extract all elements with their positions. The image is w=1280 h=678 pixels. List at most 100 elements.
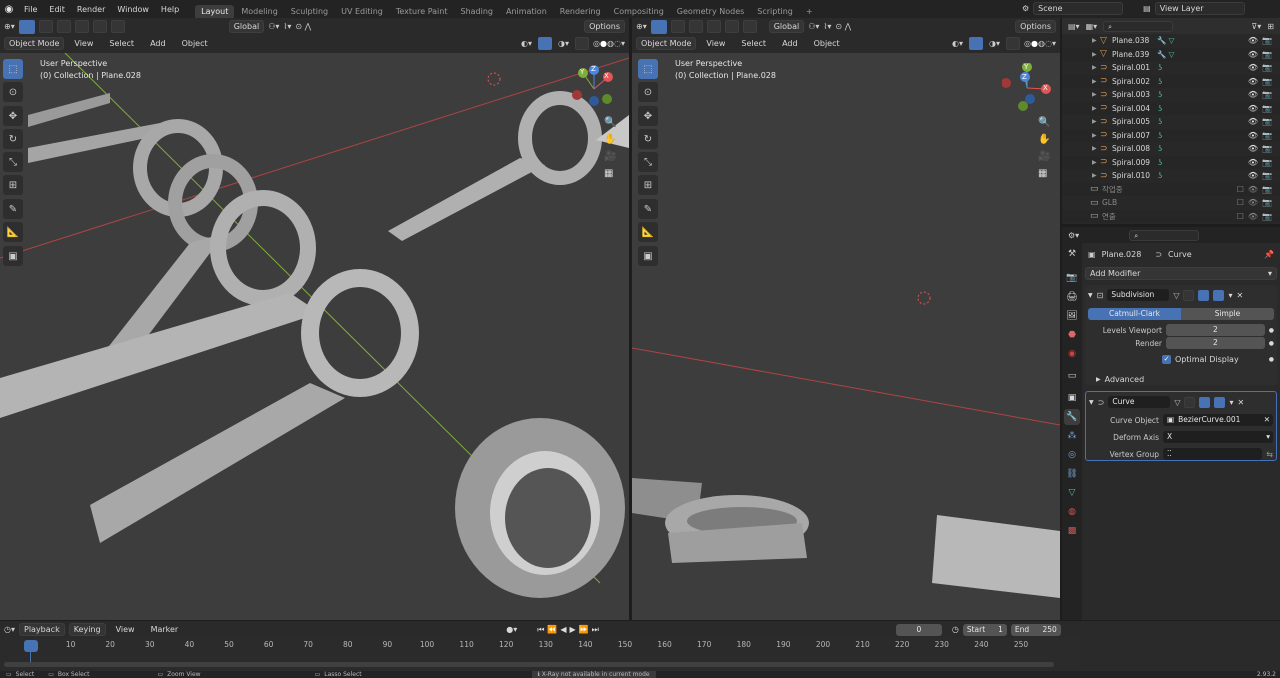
list-item[interactable]: ▶ ⊃ Spiral.004 ʖ 👁📷 <box>1062 101 1280 115</box>
object-mode-dropdown[interactable]: Object Mode <box>636 37 697 50</box>
visibility-icon[interactable]: ◐▾ <box>521 39 532 48</box>
new-collection-icon[interactable]: ⊞ <box>1267 22 1274 31</box>
visibility-camera-icon[interactable]: ☐👁📷 <box>1237 198 1276 207</box>
shading-wireframe-icon[interactable]: ◎ <box>593 39 600 48</box>
scale-tool-icon[interactable]: ⤡ <box>3 152 23 172</box>
menu-object[interactable]: Object <box>176 39 214 48</box>
scene-tab-icon[interactable]: ⬣ <box>1064 327 1080 343</box>
visibility-camera-icon[interactable]: 👁📷 <box>1248 36 1276 45</box>
list-item[interactable]: ▶ ⊃ Spiral.001 ʖ 👁📷 <box>1062 61 1280 75</box>
annotate-tool-icon[interactable]: ✎ <box>3 199 23 219</box>
visibility-camera-icon[interactable]: 👁📷 <box>1248 117 1276 126</box>
transform-orientation-dropdown[interactable]: Global <box>228 20 265 33</box>
deform-axis-dropdown[interactable]: X ▾ <box>1163 431 1273 443</box>
tab-sculpting[interactable]: Sculpting <box>285 5 334 18</box>
proportional-edit-icon[interactable]: ⊙ ⋀ <box>835 22 851 31</box>
physics-tab-icon[interactable]: ◎ <box>1064 447 1080 463</box>
list-item[interactable]: ▶ ⊃ Spiral.007 ʖ 👁📷 <box>1062 128 1280 142</box>
catmull-clark-button[interactable]: Catmull-Clark <box>1088 308 1181 320</box>
expand-triangle-icon[interactable]: ▶ <box>1092 132 1100 139</box>
snap-icon[interactable]: ⌇▾ <box>283 22 291 31</box>
tab-rendering[interactable]: Rendering <box>554 5 607 18</box>
visibility-camera-icon[interactable]: 👁📷 <box>1248 144 1276 153</box>
select-mode-intersect-icon[interactable] <box>742 20 757 33</box>
select-mode-extend-icon[interactable] <box>56 20 71 33</box>
modifier-name-field[interactable]: Subdivision <box>1107 289 1170 301</box>
tool-tab-icon[interactable]: ⚒ <box>1064 246 1080 262</box>
proportional-edit-icon[interactable]: ⊙ ⋀ <box>295 22 311 31</box>
playhead[interactable] <box>24 640 38 652</box>
camera-icon[interactable]: 🎥 <box>1038 151 1056 162</box>
current-frame-field[interactable]: 0 <box>895 623 942 636</box>
shading-wireframe-icon[interactable]: ◎ <box>1024 39 1031 48</box>
transform-orientation-dropdown[interactable]: Global <box>768 20 805 33</box>
outliner-search-input[interactable]: ⌕ <box>1103 20 1174 32</box>
visibility-camera-icon[interactable]: 👁📷 <box>1248 104 1276 113</box>
select-box-tool-icon[interactable]: ⬚ <box>638 59 658 79</box>
tab-shading[interactable]: Shading <box>454 5 499 18</box>
editmode-toggle-icon[interactable]: ▽ <box>1173 291 1179 300</box>
collection-row[interactable]: ▭ GLB ☐👁📷 <box>1062 196 1280 210</box>
optimal-display-checkbox[interactable]: ✓ <box>1162 354 1171 364</box>
select-mode-extend-icon[interactable] <box>688 20 703 33</box>
list-item[interactable]: ▶ ⊃ Spiral.008 ʖ 👁📷 <box>1062 142 1280 156</box>
expand-triangle-icon[interactable]: ▶ <box>1092 159 1100 166</box>
cursor-tool-icon[interactable]: ⊙ <box>3 82 23 102</box>
select-mode-subtract-icon[interactable] <box>706 20 721 33</box>
editor-type-icon[interactable]: ⚙▾ <box>1068 231 1079 240</box>
tab-geometry-nodes[interactable]: Geometry Nodes <box>671 5 750 18</box>
curve-object-field[interactable]: ▣ BezierCurve.001 ✕ <box>1163 414 1273 426</box>
overlay-icon[interactable]: ◑▾ <box>558 39 569 48</box>
list-item[interactable]: ▶ ▽ Plane.039 🔧 ▽ 👁📷 <box>1062 47 1280 61</box>
expand-triangle-icon[interactable]: ▶ <box>1092 172 1100 179</box>
add-cube-tool-icon[interactable]: ▣ <box>3 246 23 266</box>
expand-triangle-icon[interactable]: ▶ <box>1092 51 1100 58</box>
options-dropdown[interactable]: Options <box>584 20 625 33</box>
measure-tool-icon[interactable]: 📐 <box>3 222 23 242</box>
snap-icon[interactable]: ⌇▾ <box>823 22 831 31</box>
view-layer-field[interactable]: View Layer <box>1154 2 1245 15</box>
render-tab-icon[interactable]: 📷 <box>1064 270 1080 286</box>
menu-view[interactable]: View <box>700 39 731 48</box>
transform-tool-icon[interactable]: ⊞ <box>3 175 23 195</box>
collection-tab-icon[interactable]: ▭ <box>1064 368 1080 384</box>
shading-solid-icon[interactable]: ● <box>1031 39 1038 48</box>
menu-file[interactable]: File <box>18 5 43 14</box>
select-mode-subtract-icon[interactable] <box>74 20 89 33</box>
pin-icon[interactable]: 📌 <box>1264 250 1274 259</box>
list-item[interactable]: ▶ ⊃ Spiral.002 ʖ 👁📷 <box>1062 74 1280 88</box>
add-workspace-button[interactable]: + <box>800 5 819 18</box>
pan-hand-icon[interactable]: ✋ <box>1038 134 1056 145</box>
list-item[interactable]: ▶ ⊃ Spiral.005 ʖ 👁📷 <box>1062 115 1280 129</box>
display-mode-icon[interactable]: ▦▾ <box>1086 22 1098 31</box>
select-mode-invert-icon[interactable] <box>92 20 107 33</box>
menu-view[interactable]: View <box>68 39 99 48</box>
menu-render[interactable]: Render <box>71 5 111 14</box>
invert-icon[interactable]: ⇆ <box>1266 450 1273 459</box>
select-mode-set-icon[interactable] <box>670 20 685 33</box>
view-layer-tab-icon[interactable]: 🖼 <box>1064 308 1080 324</box>
object-tab-icon[interactable]: ▣ <box>1064 390 1080 406</box>
visibility-camera-icon[interactable]: 👁📷 <box>1248 77 1276 86</box>
data-tab-icon[interactable]: ▽ <box>1064 485 1080 501</box>
tab-modeling[interactable]: Modeling <box>235 5 283 18</box>
navigation-gizmo[interactable]: X Y Z <box>570 65 618 113</box>
collection-row[interactable]: ▭ 연출 ☐👁📷 <box>1062 209 1280 223</box>
overlay-icon[interactable]: ◑▾ <box>989 39 1000 48</box>
menu-select[interactable]: Select <box>735 39 772 48</box>
scale-tool-icon[interactable]: ⤡ <box>638 152 658 172</box>
keyframe-dot-icon[interactable]: ● <box>1269 356 1274 363</box>
gizmo-toggle-icon[interactable] <box>538 37 553 50</box>
levels-viewport-field[interactable]: 2 <box>1166 324 1265 336</box>
select-box-tool-icon[interactable]: ⬚ <box>3 59 23 79</box>
list-item[interactable]: ▶ ▽ Plane.038 🔧 ▽ 👁📷 <box>1062 34 1280 48</box>
cage-toggle-icon[interactable] <box>1183 289 1195 301</box>
list-item[interactable]: ▶ ⊃ Spiral.010 ʖ 👁📷 <box>1062 169 1280 183</box>
menu-marker[interactable]: Marker <box>145 625 185 634</box>
transform-tool-icon[interactable]: ⊞ <box>638 175 658 195</box>
shading-material-icon[interactable]: ◍ <box>1038 39 1045 48</box>
advanced-subpanel[interactable]: ▶ Advanced <box>1088 374 1274 384</box>
visibility-camera-icon[interactable]: 👁📷 <box>1248 131 1276 140</box>
tab-uv-editing[interactable]: UV Editing <box>335 5 389 18</box>
clock-icon[interactable]: ◷ <box>952 625 959 634</box>
